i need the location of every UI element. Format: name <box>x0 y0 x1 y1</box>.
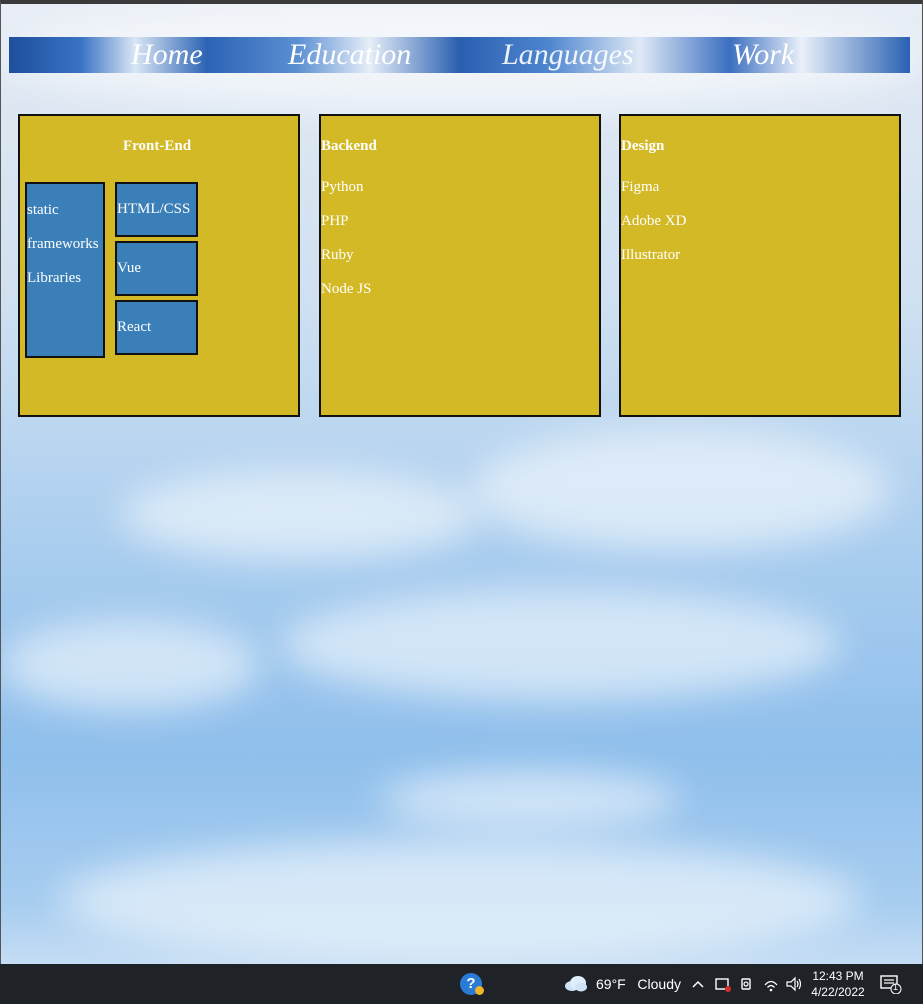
wifi-icon[interactable] <box>762 974 780 994</box>
backend-title: Backend <box>321 138 377 154</box>
frontend-categories-box: static frameworks Libraries <box>25 182 105 358</box>
notification-icon[interactable]: 1 <box>880 974 902 995</box>
tool-html-css-box: HTML/CSS <box>115 182 198 237</box>
meet-now-icon[interactable] <box>714 974 732 994</box>
backend-card: Backend Python PHP Ruby Node JS <box>319 114 601 417</box>
warning-badge-icon <box>475 986 484 995</box>
background-cloud <box>0 620 260 710</box>
weather-temp: 69°F <box>596 976 626 992</box>
clock[interactable]: 12:43 PM 4/22/2022 <box>808 968 868 1000</box>
clock-time: 12:43 PM <box>812 969 864 983</box>
notification-count: 1 <box>893 982 899 992</box>
design-card: Design Figma Adobe XD Illustrator <box>619 114 901 417</box>
weather-readout[interactable]: 69°F Cloudy <box>596 976 681 992</box>
chevron-up-icon[interactable] <box>691 974 705 994</box>
background-cloud <box>280 590 840 700</box>
list-item: Figma <box>621 179 660 195</box>
background-cloud <box>120 470 480 560</box>
weather-desc: Cloudy <box>637 976 681 992</box>
notification-glyph <box>880 975 902 995</box>
background-cloud <box>470 430 890 550</box>
frontend-categories-list: static frameworks Libraries <box>27 201 99 303</box>
nav-bar: Home Education Languages Work <box>9 37 910 73</box>
tool-vue-box: Vue <box>115 241 198 296</box>
taskbar: ? 69°F Cloudy 12:43 PM 4/22/2022 1 <box>0 964 923 1004</box>
list-item: Ruby <box>321 247 354 263</box>
background-cloud <box>60 840 860 960</box>
backend-list: Python PHP Ruby Node JS <box>321 178 371 314</box>
tool-react-box: React <box>115 300 198 355</box>
nav-work-link[interactable]: Work <box>732 37 794 73</box>
list-item: Libraries <box>27 270 82 286</box>
list-item: Illustrator <box>621 247 681 263</box>
nav-languages-link[interactable]: Languages <box>502 37 634 73</box>
frontend-title: Front-End <box>123 138 192 154</box>
design-title: Design <box>621 138 665 154</box>
list-item: static <box>27 202 59 218</box>
frontend-card: Front-End static frameworks Libraries HT… <box>18 114 300 417</box>
nav-education-link[interactable]: Education <box>288 37 411 73</box>
background-cloud <box>380 770 680 830</box>
clock-date: 4/22/2022 <box>811 985 865 999</box>
list-item: Adobe XD <box>621 213 687 229</box>
list-item: PHP <box>321 213 349 229</box>
camera-icon[interactable] <box>739 974 755 994</box>
volume-icon[interactable] <box>785 974 803 994</box>
list-item: Python <box>321 179 364 195</box>
list-item: Node JS <box>321 281 372 297</box>
list-item: frameworks <box>27 236 99 252</box>
design-list: Figma Adobe XD Illustrator <box>621 178 686 280</box>
nav-home-link[interactable]: Home <box>131 37 203 73</box>
cloud-weather-icon[interactable] <box>564 974 588 992</box>
